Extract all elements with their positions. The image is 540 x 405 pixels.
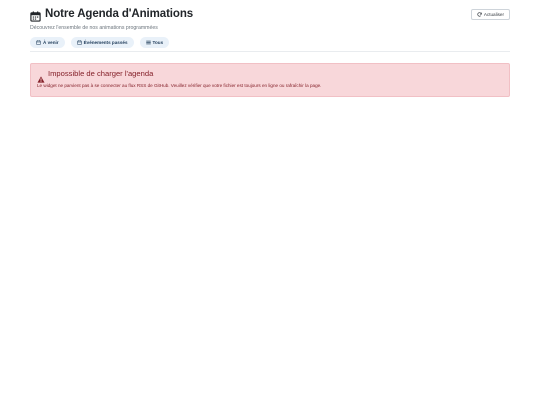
page-subtitle: Découvrez l'ensemble de nos animations p… bbox=[30, 25, 158, 31]
filter-all-button[interactable]: Tous bbox=[139, 37, 170, 48]
error-alert: Impossible de charger l'agenda Le widget… bbox=[30, 63, 510, 97]
warning-icon bbox=[37, 70, 45, 83]
filter-bar: À venir Événements passés Tous bbox=[30, 37, 510, 48]
filter-upcoming-label: À venir bbox=[43, 40, 59, 45]
filter-all-label: Tous bbox=[152, 40, 164, 45]
calendar-icon bbox=[36, 40, 41, 45]
list-icon bbox=[145, 40, 151, 45]
refresh-label: Actualiser bbox=[483, 12, 504, 17]
refresh-button[interactable]: Actualiser bbox=[470, 9, 510, 20]
filter-past-button[interactable]: Événements passés bbox=[70, 37, 134, 48]
calendar-icon bbox=[76, 40, 82, 45]
filter-upcoming-button[interactable]: À venir bbox=[30, 37, 65, 48]
alert-message: Le widget ne parvient pas à se connecter… bbox=[37, 83, 322, 88]
refresh-icon bbox=[477, 12, 482, 17]
title-row: Notre Agenda d'Animations bbox=[30, 7, 510, 22]
agenda-page: Notre Agenda d'Animations Découvrez l'en… bbox=[0, 0, 540, 405]
page-title: Notre Agenda d'Animations bbox=[45, 8, 194, 20]
agenda-header: Notre Agenda d'Animations Découvrez l'en… bbox=[30, 0, 510, 52]
filter-past-label: Événements passés bbox=[83, 40, 128, 45]
calendar-icon bbox=[30, 9, 41, 22]
alert-title-row: Impossible de charger l'agenda bbox=[37, 69, 503, 83]
alert-title: Impossible de charger l'agenda bbox=[48, 69, 154, 78]
